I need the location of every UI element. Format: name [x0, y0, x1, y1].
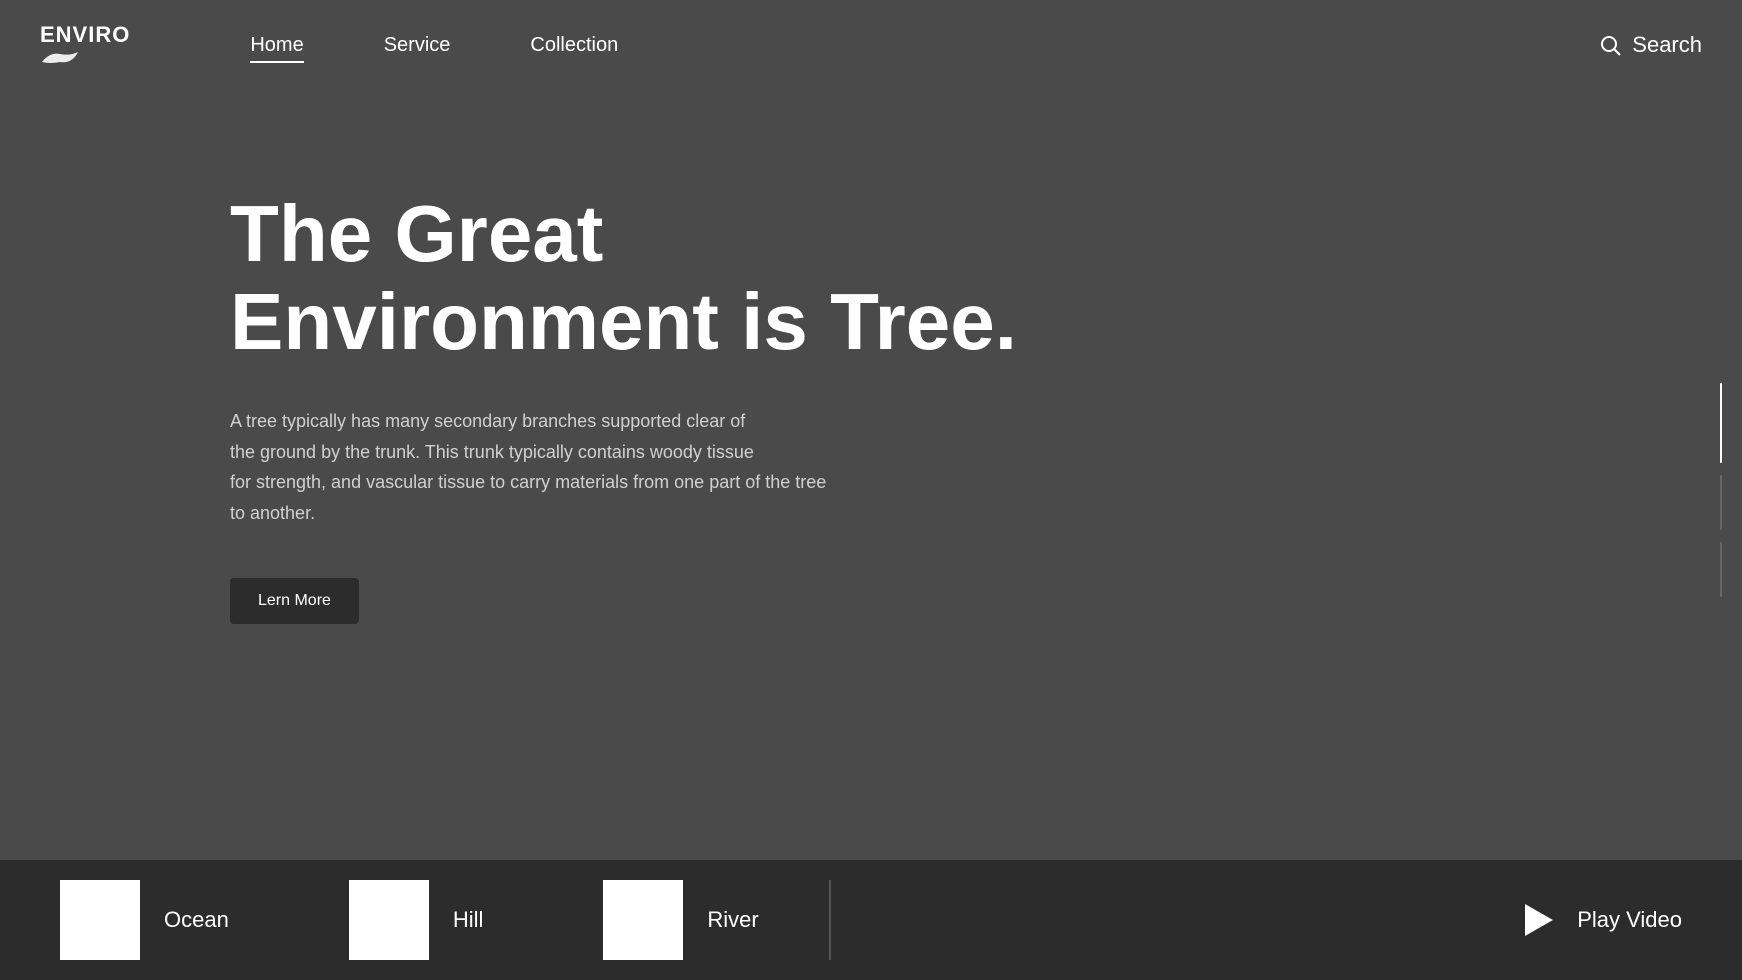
search-icon	[1598, 33, 1622, 57]
scroll-line-2	[1720, 475, 1722, 530]
scroll-line-1	[1720, 383, 1722, 463]
search-button[interactable]: Search	[1598, 32, 1702, 58]
logo[interactable]: ENVIRO	[40, 22, 130, 69]
play-icon	[1517, 900, 1557, 940]
river-label: River	[707, 907, 758, 933]
bottom-divider	[829, 880, 831, 960]
scroll-line-3	[1720, 542, 1722, 597]
bottom-bar: Ocean Hill River Play Video	[0, 860, 1742, 980]
hero-section: The Great Environment is Tree. A tree ty…	[0, 90, 1742, 860]
ocean-thumbnail	[60, 880, 140, 960]
hero-title-line2: Environment is Tree.	[230, 277, 1017, 366]
main-content: The Great Environment is Tree. A tree ty…	[0, 0, 1742, 980]
search-label: Search	[1632, 32, 1702, 58]
bottom-item-hill[interactable]: Hill	[289, 880, 544, 960]
leaf-icon	[40, 50, 80, 69]
nav-item-service[interactable]: Service	[384, 34, 451, 57]
ocean-label: Ocean	[164, 907, 229, 933]
nav-item-collection[interactable]: Collection	[530, 34, 618, 57]
hero-title-line1: The Great	[230, 189, 603, 278]
brand-name: ENVIRO	[40, 22, 130, 48]
nav-item-home[interactable]: Home	[250, 34, 303, 57]
hill-label: Hill	[453, 907, 484, 933]
hill-thumbnail	[349, 880, 429, 960]
learn-more-button[interactable]: Lern More	[230, 578, 359, 624]
bottom-item-ocean[interactable]: Ocean	[0, 880, 289, 960]
scroll-indicator	[1720, 383, 1722, 597]
header: ENVIRO Home Service Collection Search	[0, 0, 1742, 90]
main-nav: Home Service Collection	[250, 34, 1598, 57]
river-thumbnail	[603, 880, 683, 960]
hero-description: A tree typically has many secondary bran…	[230, 406, 830, 528]
bottom-item-river[interactable]: River	[543, 880, 818, 960]
play-video-label: Play Video	[1577, 907, 1682, 933]
play-video-button[interactable]: Play Video	[1457, 900, 1742, 940]
hero-title: The Great Environment is Tree.	[230, 190, 1742, 366]
